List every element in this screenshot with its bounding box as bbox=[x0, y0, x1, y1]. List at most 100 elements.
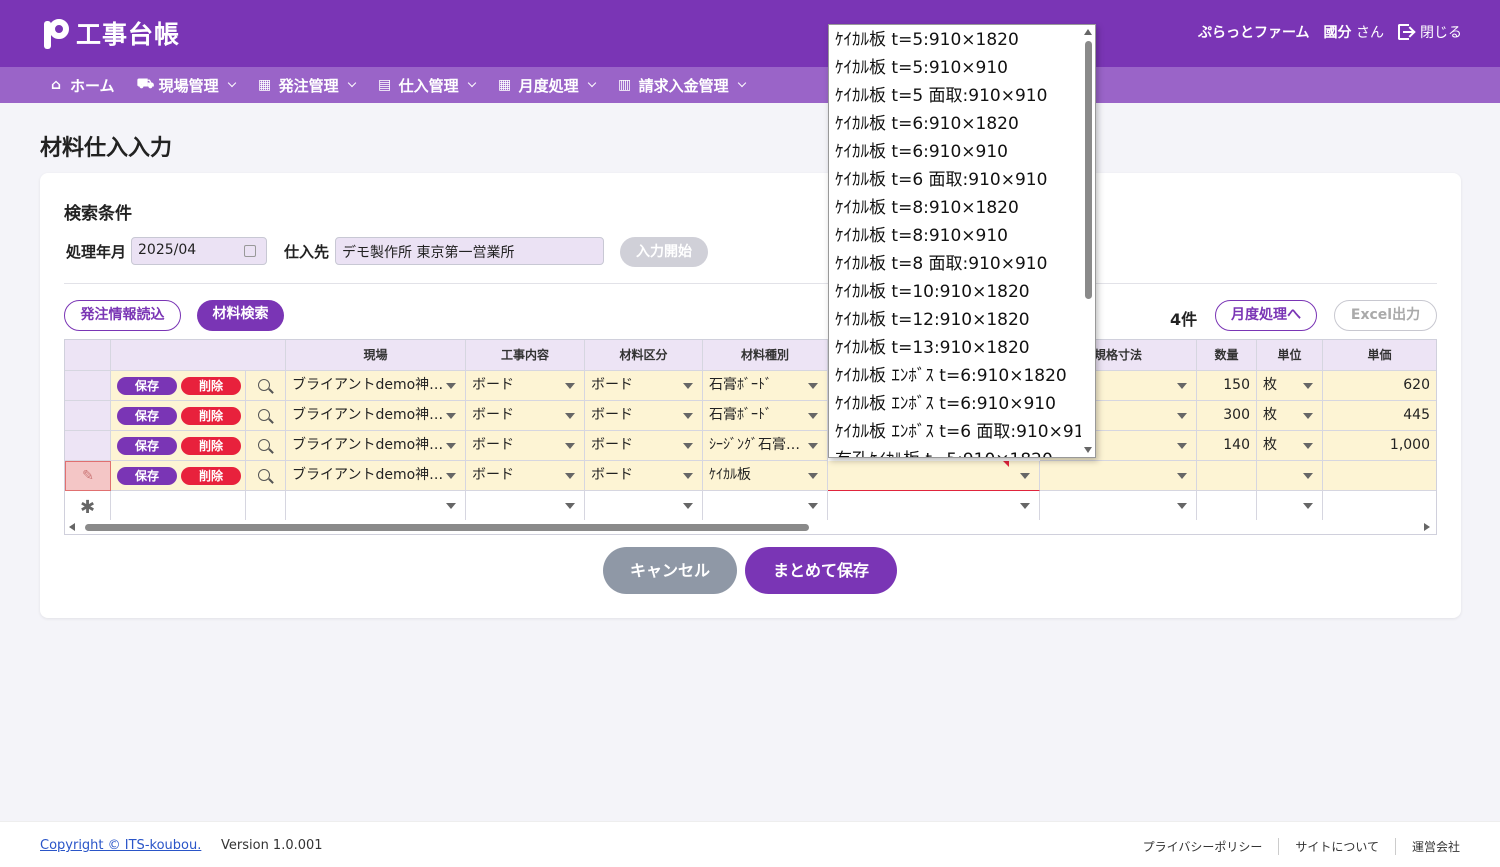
row-search-cell[interactable] bbox=[246, 371, 286, 401]
dropdown-arrow-icon[interactable] bbox=[1177, 473, 1187, 479]
new-row-search[interactable] bbox=[246, 491, 286, 521]
dropdown-arrow-icon[interactable] bbox=[446, 503, 456, 509]
row-save-button[interactable]: 保存 bbox=[117, 467, 177, 485]
material-search-button[interactable]: 材料検索 bbox=[197, 300, 284, 331]
dropdown-arrow-icon[interactable] bbox=[808, 383, 818, 389]
calendar-picker-icon[interactable] bbox=[244, 245, 256, 257]
cell-category[interactable]: ボード bbox=[585, 371, 703, 401]
start-input-button[interactable]: 入力開始 bbox=[620, 237, 708, 267]
row-delete-button[interactable]: 削除 bbox=[181, 437, 241, 455]
dropdown-arrow-icon[interactable] bbox=[1303, 473, 1313, 479]
grid-header-work[interactable]: 工事内容 bbox=[466, 340, 585, 371]
new-cell-site[interactable] bbox=[286, 491, 466, 521]
new-cell-price[interactable] bbox=[1323, 491, 1436, 521]
dropdown-arrow-icon[interactable] bbox=[446, 473, 456, 479]
order-info-button[interactable]: 発注情報読込 bbox=[64, 300, 181, 331]
cell-site[interactable]: ブライアントdemo神… bbox=[286, 401, 466, 431]
dropdown-option[interactable]: ｹｲｶﾙ板 t=8 面取:910×910 bbox=[835, 250, 1047, 278]
row-edit-marker[interactable]: ✎ bbox=[65, 461, 111, 491]
cell-category[interactable]: ボード bbox=[585, 401, 703, 431]
cell-work[interactable]: ボード bbox=[466, 431, 585, 461]
dropdown-arrow-icon[interactable] bbox=[446, 443, 456, 449]
nav-monthly[interactable]: ▦ 月度処理 bbox=[497, 75, 596, 96]
operator-link[interactable]: 運営会社 bbox=[1394, 838, 1460, 855]
cell-kind[interactable]: 石膏ﾎﾞｰﾄﾞ bbox=[703, 371, 828, 401]
cell-price[interactable] bbox=[1323, 461, 1436, 491]
dropdown-arrow-icon[interactable] bbox=[565, 473, 575, 479]
dropdown-arrow-icon[interactable] bbox=[1303, 383, 1313, 389]
app-logo[interactable]: 工事台帳 bbox=[42, 15, 180, 51]
row-save-button[interactable]: 保存 bbox=[117, 407, 177, 425]
cell-kind[interactable]: ｼｰｼﾞﾝｸﾞ石膏… bbox=[703, 431, 828, 461]
row-header[interactable] bbox=[65, 401, 111, 431]
dropdown-arrow-icon[interactable] bbox=[808, 413, 818, 419]
scroll-thumb[interactable] bbox=[1085, 41, 1092, 299]
cell-price[interactable]: 1,000 bbox=[1323, 431, 1436, 461]
cell-qty[interactable]: 300 bbox=[1197, 401, 1257, 431]
dropdown-option[interactable]: 有孔ｹｲｶﾙ板 t=5:910×1820 bbox=[835, 446, 1053, 457]
dropdown-option[interactable]: ｹｲｶﾙ板 t=5 面取:910×910 bbox=[835, 82, 1047, 110]
cell-kind[interactable]: 石膏ﾎﾞｰﾄﾞ bbox=[703, 401, 828, 431]
month-field[interactable]: 2025/04 bbox=[131, 237, 267, 265]
dropdown-arrow-icon[interactable] bbox=[565, 413, 575, 419]
new-cell-qty[interactable] bbox=[1197, 491, 1257, 521]
privacy-policy-link[interactable]: プライバシーポリシー bbox=[1127, 838, 1279, 855]
cell-unit[interactable]: 枚 bbox=[1257, 371, 1323, 401]
row-delete-button[interactable]: 削除 bbox=[181, 407, 241, 425]
dropdown-arrow-icon[interactable] bbox=[1020, 473, 1030, 479]
cell-qty[interactable]: 140 bbox=[1197, 431, 1257, 461]
nav-billing[interactable]: ▥ 請求入金管理 bbox=[617, 75, 746, 96]
grid-header-unit[interactable]: 単位 bbox=[1257, 340, 1323, 371]
scroll-up-icon[interactable] bbox=[1084, 29, 1092, 35]
scroll-thumb[interactable] bbox=[85, 524, 809, 531]
row-delete-button[interactable]: 削除 bbox=[181, 467, 241, 485]
dropdown-arrow-icon[interactable] bbox=[1020, 503, 1030, 509]
cell-site[interactable]: ブライアントdemo神… bbox=[286, 461, 466, 491]
new-cell-work[interactable] bbox=[466, 491, 585, 521]
dropdown-arrow-icon[interactable] bbox=[565, 443, 575, 449]
nav-order[interactable]: ▦ 発注管理 bbox=[257, 75, 356, 96]
row-header[interactable] bbox=[65, 371, 111, 401]
copyright-link[interactable]: Copyright © ITS-koubou. bbox=[40, 838, 201, 853]
cell-qty[interactable]: 150 bbox=[1197, 371, 1257, 401]
dropdown-option[interactable]: ｹｲｶﾙ板 t=6:910×1820 bbox=[835, 110, 1019, 138]
search-icon[interactable] bbox=[258, 469, 270, 481]
close-button[interactable]: 閉じる bbox=[1398, 22, 1462, 42]
row-search-cell[interactable] bbox=[246, 401, 286, 431]
grid-header-price[interactable]: 単価 bbox=[1323, 340, 1436, 371]
scroll-left-icon[interactable] bbox=[69, 523, 75, 531]
dropdown-arrow-icon[interactable] bbox=[1177, 383, 1187, 389]
dropdown-option[interactable]: ｹｲｶﾙ板 t=5:910×910 bbox=[835, 54, 1008, 82]
nav-home[interactable]: ⌂ ホーム bbox=[48, 75, 115, 96]
new-cell-spec[interactable] bbox=[1040, 491, 1197, 521]
cell-unit[interactable]: 枚 bbox=[1257, 401, 1323, 431]
save-all-button[interactable]: まとめて保存 bbox=[745, 547, 897, 594]
scroll-right-icon[interactable] bbox=[1424, 523, 1430, 531]
dropdown-option[interactable]: ｹｲｶﾙ板 ｴﾝﾎﾞｽ t=6 面取:910×910 bbox=[835, 418, 1095, 446]
grid-header-site[interactable]: 現場 bbox=[286, 340, 466, 371]
monthly-process-button[interactable]: 月度処理へ bbox=[1215, 300, 1317, 331]
cell-category[interactable]: ボード bbox=[585, 461, 703, 491]
cell-unit[interactable] bbox=[1257, 461, 1323, 491]
dropdown-option[interactable]: ｹｲｶﾙ板 t=13:910×1820 bbox=[835, 334, 1030, 362]
dropdown-arrow-icon[interactable] bbox=[1177, 443, 1187, 449]
new-cell-kind[interactable] bbox=[703, 491, 828, 521]
dropdown-arrow-icon[interactable] bbox=[565, 503, 575, 509]
row-search-cell[interactable] bbox=[246, 431, 286, 461]
dropdown-option[interactable]: ｹｲｶﾙ板 t=6:910×910 bbox=[835, 138, 1008, 166]
cell-work[interactable]: ボード bbox=[466, 401, 585, 431]
grid-header-kind[interactable]: 材料種別 bbox=[703, 340, 828, 371]
dropdown-option[interactable]: ｹｲｶﾙ板 t=12:910×1820 bbox=[835, 306, 1030, 334]
row-save-button[interactable]: 保存 bbox=[117, 437, 177, 455]
dropdown-arrow-icon[interactable] bbox=[446, 383, 456, 389]
cell-kind[interactable]: ｹｲｶﾙ板 bbox=[703, 461, 828, 491]
dropdown-arrow-icon[interactable] bbox=[683, 443, 693, 449]
dropdown-option[interactable]: ｹｲｶﾙ板 t=8:910×910 bbox=[835, 222, 1008, 250]
dropdown-arrow-icon[interactable] bbox=[1177, 413, 1187, 419]
search-icon[interactable] bbox=[258, 439, 270, 451]
dropdown-arrow-icon[interactable] bbox=[683, 503, 693, 509]
dropdown-arrow-icon[interactable] bbox=[446, 413, 456, 419]
cell-price[interactable]: 445 bbox=[1323, 401, 1436, 431]
cell-work[interactable]: ボード bbox=[466, 461, 585, 491]
cell-site[interactable]: ブライアントdemo神… bbox=[286, 431, 466, 461]
